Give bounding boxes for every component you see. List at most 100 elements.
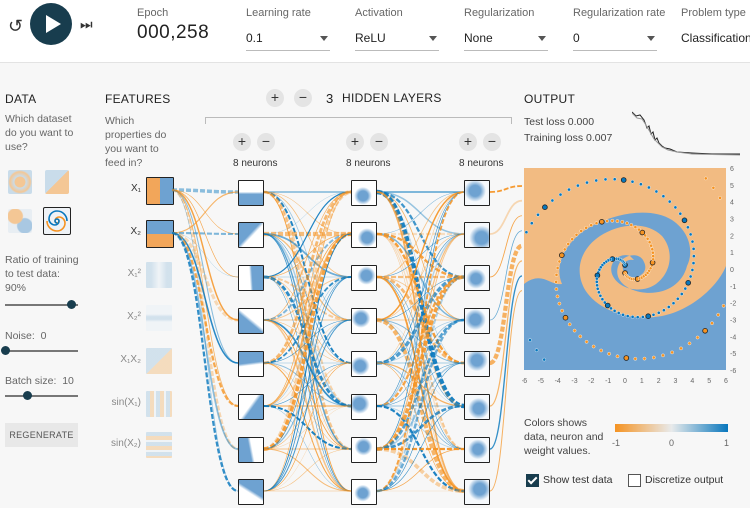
- remove-layer-button[interactable]: −: [294, 89, 312, 107]
- y-axis-tick: -4: [730, 334, 736, 341]
- add-neuron-button[interactable]: +: [346, 133, 364, 151]
- x-axis-tick: -5: [538, 378, 544, 385]
- neuron[interactable]: [351, 180, 377, 206]
- legend-tick: -1: [612, 438, 621, 448]
- neuron[interactable]: [464, 308, 490, 334]
- y-axis-tick: 0: [730, 267, 734, 274]
- weight-link[interactable]: [489, 185, 523, 193]
- add-neuron-button[interactable]: +: [459, 133, 477, 151]
- neuron[interactable]: [464, 394, 490, 420]
- orange-data-point: [554, 273, 559, 277]
- remove-neuron-button[interactable]: −: [257, 133, 275, 151]
- neuron[interactable]: [464, 351, 490, 377]
- neuron[interactable]: [351, 222, 377, 248]
- training-loss: Training loss 0.007: [524, 132, 613, 144]
- orange-data-point: [651, 257, 655, 262]
- blue-data-point: [685, 280, 692, 286]
- neuron[interactable]: [351, 351, 377, 377]
- neuron[interactable]: [464, 437, 490, 463]
- blue-data-point: [595, 287, 600, 291]
- orange-data-point: [710, 321, 714, 325]
- blue-data-point: [673, 205, 678, 210]
- remove-neuron-button[interactable]: −: [483, 133, 501, 151]
- neuron[interactable]: [238, 265, 264, 291]
- add-neuron-button[interactable]: +: [233, 133, 251, 151]
- color-scale-bar: [615, 424, 728, 432]
- blue-data-point: [550, 198, 555, 203]
- orange-data-point: [584, 226, 588, 230]
- weight-link[interactable]: [171, 231, 239, 493]
- remove-neuron-button[interactable]: −: [370, 133, 388, 151]
- blue-data-point: [690, 268, 695, 272]
- blue-data-point: [661, 194, 666, 199]
- blue-data-point: [600, 297, 605, 301]
- blue-data-point: [662, 308, 666, 312]
- neuron[interactable]: [238, 222, 264, 248]
- neuron[interactable]: [464, 222, 490, 248]
- neuron[interactable]: [351, 308, 377, 334]
- orange-data-point: [605, 219, 609, 223]
- neuron[interactable]: [351, 265, 377, 291]
- blue-data-point: [651, 312, 656, 317]
- blue-data-point: [597, 290, 601, 295]
- blue-data-point: [671, 301, 676, 305]
- show-test-data-checkbox[interactable]: [526, 474, 539, 487]
- orange-data-point: [650, 247, 655, 251]
- neuron[interactable]: [238, 394, 264, 420]
- orange-data-point: [633, 356, 638, 361]
- blue-data-point: [612, 309, 617, 313]
- orange-data-point: [610, 219, 615, 223]
- weight-link[interactable]: [171, 231, 239, 322]
- orange-data-point: [607, 351, 611, 356]
- neuron[interactable]: [238, 479, 264, 505]
- blue-data-point: [529, 221, 534, 226]
- orange-data-point: [591, 344, 596, 349]
- weight-link[interactable]: [263, 191, 352, 407]
- blue-data-point: [688, 232, 693, 237]
- orange-data-point: [651, 250, 655, 255]
- orange-data-point: [703, 176, 708, 181]
- weight-link[interactable]: [263, 189, 352, 452]
- blue-data-point: [595, 283, 599, 288]
- discretize-output-checkbox[interactable]: [628, 474, 641, 487]
- orange-data-point: [670, 350, 674, 355]
- y-axis-tick: -2: [730, 301, 736, 308]
- blue-data-point: [542, 357, 547, 362]
- neuron[interactable]: [238, 437, 264, 463]
- legend-tick: 1: [724, 438, 730, 448]
- neuron[interactable]: [464, 180, 490, 206]
- add-layer-button[interactable]: +: [266, 89, 284, 107]
- neuron[interactable]: [238, 180, 264, 206]
- neuron[interactable]: [238, 308, 264, 334]
- blue-data-point: [691, 247, 696, 251]
- weight-link[interactable]: [376, 233, 465, 492]
- blue-data-point: [528, 338, 532, 342]
- weight-link[interactable]: [376, 233, 465, 450]
- blue-data-point: [604, 302, 611, 309]
- neuron[interactable]: [351, 437, 377, 463]
- weight-link[interactable]: [171, 188, 239, 451]
- blue-data-point: [630, 315, 635, 319]
- neuron[interactable]: [351, 479, 377, 505]
- neurons-count-label: 8 neurons: [233, 158, 278, 169]
- neuron[interactable]: [351, 394, 377, 420]
- weight-link[interactable]: [488, 243, 524, 366]
- neuron[interactable]: [464, 265, 490, 291]
- x-axis-tick: 0: [623, 378, 627, 385]
- neuron[interactable]: [238, 351, 264, 377]
- x-axis-tick: -1: [605, 378, 611, 385]
- weight-link[interactable]: [489, 290, 523, 492]
- blue-data-point: [576, 183, 580, 188]
- weight-link[interactable]: [376, 191, 465, 407]
- orange-data-point: [716, 312, 720, 317]
- neurons-count-label: 8 neurons: [346, 158, 391, 169]
- orange-data-point: [562, 314, 569, 321]
- weight-link[interactable]: [171, 232, 239, 450]
- hidden-layers-label: HIDDEN LAYERS: [342, 91, 442, 105]
- neuron[interactable]: [464, 479, 490, 505]
- blue-data-point: [686, 225, 690, 230]
- orange-data-point: [647, 240, 652, 244]
- y-axis-tick: -1: [730, 284, 736, 291]
- orange-data-point: [695, 335, 700, 340]
- orange-data-point: [702, 328, 708, 334]
